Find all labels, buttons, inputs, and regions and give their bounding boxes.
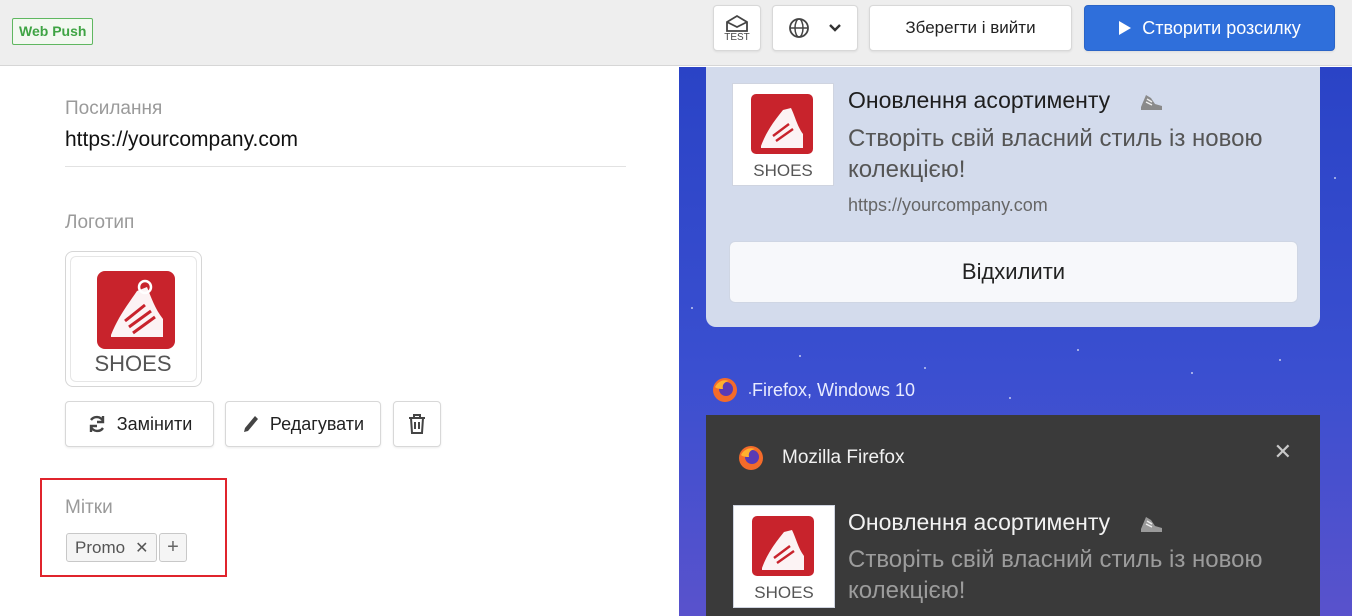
- firefox-notification-card: Mozilla Firefox ✕ SHOES Оновлення асорти…: [706, 415, 1320, 616]
- sneaker-emoji-icon: [1141, 95, 1162, 110]
- edit-logo-button[interactable]: Редагувати: [225, 401, 381, 447]
- tags-highlight-frame: [40, 478, 227, 577]
- notification-body: Створіть свій власний стиль із новою кол…: [848, 125, 1263, 183]
- envelope-open-icon: [726, 14, 748, 32]
- create-campaign-button[interactable]: Створити розсилку: [1084, 5, 1335, 51]
- language-dropdown[interactable]: [772, 5, 858, 51]
- logo-preview: SHOES: [65, 251, 202, 387]
- dismiss-button[interactable]: Відхилити: [729, 241, 1298, 303]
- edit-label: Редагувати: [269, 413, 365, 434]
- trash-icon: [409, 414, 425, 434]
- channel-badge: Web Push: [12, 18, 94, 45]
- tags-label: Мітки: [65, 497, 113, 518]
- firefox-notification-body: Створіть свій власний стиль із новою кол…: [848, 546, 1263, 604]
- sneaker-emoji-icon: [1141, 517, 1162, 532]
- notification-logo-text: SHOES: [753, 161, 813, 180]
- tag-chip: Promo ✕: [66, 533, 158, 562]
- link-input[interactable]: https://yourcompany.com: [65, 128, 298, 152]
- pencil-icon: [243, 416, 258, 432]
- notification-url: https://yourcompany.com: [848, 195, 1048, 215]
- logo-wordmark: SHOES: [94, 351, 171, 376]
- delete-logo-button[interactable]: [393, 401, 441, 447]
- firefox-app-name: Mozilla Firefox: [782, 447, 905, 468]
- chevron-down-icon: [829, 24, 841, 32]
- firefox-notification-logo: SHOES: [733, 505, 835, 608]
- globe-icon: [789, 18, 809, 38]
- notification-title: Оновлення асортименту: [848, 87, 1111, 113]
- firefox-platform-text: Firefox, Windows 10: [752, 379, 916, 400]
- test-label: TEST: [724, 31, 750, 43]
- add-tag-button[interactable]: +: [159, 533, 187, 562]
- firefox-app-icon: [739, 446, 763, 470]
- remove-tag-icon[interactable]: ✕: [135, 538, 148, 558]
- firefox-card-header: Mozilla Firefox: [738, 445, 904, 471]
- logo-label: Логотип: [65, 212, 135, 233]
- play-icon: [1119, 21, 1132, 35]
- top-bar: Web Push TEST Зберегти і вийти Створити …: [0, 0, 1352, 66]
- create-campaign-label: Створити розсилку: [1142, 17, 1301, 38]
- close-icon[interactable]: ✕: [1274, 439, 1292, 465]
- replace-label: Замінити: [116, 413, 193, 434]
- replace-logo-button[interactable]: Замінити: [65, 401, 214, 447]
- shoes-logo-image: SHOES: [70, 256, 197, 382]
- notification-logo: SHOES: [732, 83, 834, 186]
- firefox-notification-title: Оновлення асортименту: [848, 509, 1111, 535]
- firefox-logo-text: SHOES: [754, 583, 814, 602]
- firefox-icon: [713, 378, 737, 402]
- link-label: Посилання: [65, 98, 163, 119]
- save-and-exit-button[interactable]: Зберегти і вийти: [869, 5, 1072, 51]
- refresh-icon: [89, 415, 104, 433]
- test-send-button[interactable]: TEST: [713, 5, 761, 51]
- tag-chip-label: Promo: [75, 537, 126, 557]
- chrome-notification-card: SHOES Оновлення асортименту Створіть сві…: [706, 67, 1320, 327]
- firefox-platform-label: Firefox, Windows 10: [712, 377, 915, 403]
- notification-preview-panel: SHOES Оновлення асортименту Створіть сві…: [679, 67, 1352, 616]
- link-divider: [65, 166, 626, 167]
